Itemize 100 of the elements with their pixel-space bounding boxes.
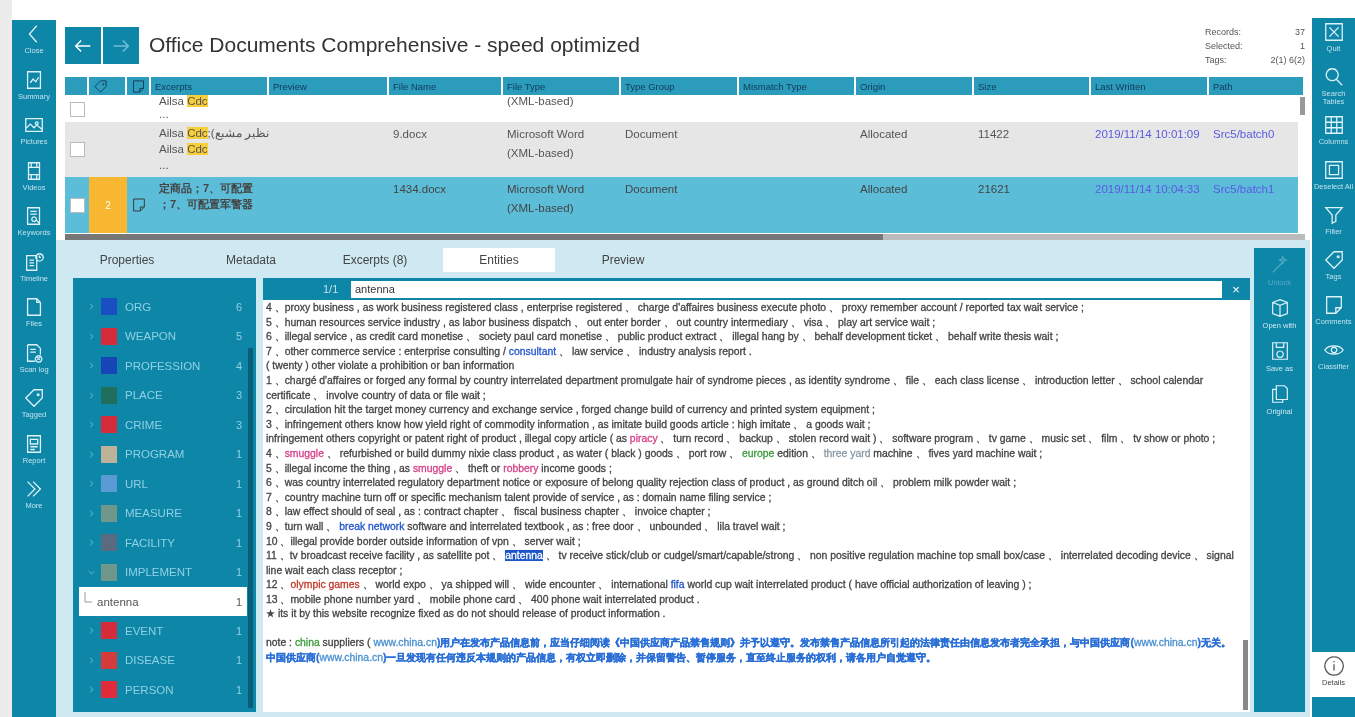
chevron-right-icon[interactable] — [87, 538, 96, 548]
text-line: 8 、law effect should of seal , as : contract chapter 、 fiscal business chapter 、 invoice chapter ; — [266, 505, 712, 520]
entity-count: 5 — [235, 330, 242, 343]
tree-line-icon — [83, 591, 93, 606]
chevron-right-icon[interactable] — [87, 361, 96, 371]
chevron-right-icon[interactable] — [87, 331, 96, 341]
tab[interactable]: Entities — [443, 248, 555, 272]
text-line: 4 、smuggle 、 refurbished or build dummy nixie class product , as water ( black ) goods 、 port row 、 europe edition 、 three yard machine 、 fives yard machine wait ; — [266, 446, 1044, 461]
entity-name[interactable]: PERSON — [125, 683, 236, 696]
tab[interactable]: Metadata — [189, 248, 313, 272]
tag-icon — [1322, 248, 1345, 271]
text-line: infringement others copyright or patent right of product , illegal copy article ( as piracy 、 turn record 、 backup 、 stolen record wait ) 、 software program 、 tv game 、 music set 、 film 、 tv show or photo ; — [266, 432, 1217, 447]
column-header[interactable]: Preview — [269, 77, 387, 95]
stat-value: 2(1) 6(2) — [1270, 54, 1305, 67]
text-line: ( twenty ) other violate a prohibition or ban information — [266, 359, 516, 374]
table-cell: Microsoft Word (XML-based) — [507, 128, 585, 159]
column-header[interactable]: Excerpts — [151, 77, 267, 95]
tab[interactable]: Properties — [65, 248, 189, 272]
stat-value: 37 — [1294, 26, 1305, 39]
checkbox[interactable] — [69, 102, 85, 117]
entity-name[interactable]: CRIME — [125, 418, 236, 431]
table-cell: 9.docx — [393, 128, 427, 140]
table-cell: 21621 — [978, 183, 1010, 195]
entity-count: 1 — [235, 624, 242, 637]
table-cell: Document — [625, 128, 678, 140]
tab[interactable]: Excerpts (8) — [313, 248, 437, 272]
column-header[interactable] — [89, 77, 125, 95]
chevron-right-icon[interactable] — [87, 390, 96, 400]
entity-name[interactable]: WEAPON — [125, 330, 236, 343]
match-counter: 1/1 — [323, 283, 340, 295]
info-icon — [1322, 655, 1345, 677]
text-line: 1 、chargé d'affaires or forged any formal by country interrelated department promulgate hair of syndrome pieces , as identity syndrome 、 file 、 each class license 、 introduction letter 、 school calendar certificate 、 involve country of data or file wait ; — [266, 373, 1205, 403]
text-line: 5 、human resources service industry , as labor business dispatch 、 out enter border 、 out country intermediary 、 visa 、 play art service wait ; — [266, 315, 937, 330]
stat-label: Tags: — [1204, 54, 1228, 67]
table-cell: Microsoft Word (XML-based) — [507, 183, 585, 214]
entity-name[interactable]: PLACE — [125, 389, 236, 402]
entity-count: 1 — [235, 683, 242, 696]
scrollbar-thumb[interactable] — [1300, 97, 1305, 115]
grid-icon — [1322, 113, 1345, 136]
entity-name[interactable]: EVENT — [125, 624, 236, 637]
table-cell: 2019/11/14 10:04:33 — [1095, 183, 1200, 195]
excerpt-line: ... — [159, 108, 170, 121]
column-header[interactable] — [127, 77, 149, 95]
entity-name[interactable]: DISEASE — [125, 654, 236, 667]
text-line: 7 、country machine turn off or specific mechanism talent provide of service , as : domain name filing service ; — [266, 490, 773, 505]
text-line: ★ its it by this website recognize fixed as do not should release of product information . — [266, 607, 667, 622]
checkbox[interactable] — [69, 197, 85, 213]
chevron-right-icon[interactable] — [87, 420, 96, 430]
text-line: 4 、proxy business , as work business registered class , enterprise registered 、 charge d'affaires business execute photo 、 proxy remember account / reported tax wait service ; — [266, 301, 1085, 315]
scrollbar-thumb[interactable] — [65, 234, 884, 240]
table-cell: 11422 — [978, 128, 1010, 140]
table-cell: (XML-based) — [507, 95, 574, 107]
entity-item[interactable]: antenna 1 — [79, 587, 247, 616]
entity-count: 1 — [235, 654, 242, 667]
entity-name[interactable]: IMPLEMENT — [125, 566, 236, 579]
scrollbar-thumb[interactable] — [1243, 640, 1248, 710]
column-header[interactable]: Path — [1209, 77, 1303, 95]
nav-button[interactable] — [65, 27, 101, 64]
excerpt-line: 定商品；7、可配置 — [159, 181, 255, 196]
entity-name[interactable]: PROGRAM — [125, 448, 236, 461]
column-header[interactable]: Origin — [856, 77, 972, 95]
chevron-right-icon[interactable] — [87, 655, 96, 665]
text-line: 13 、mobile phone number yard 、 mobile phone card 、 400 phone wait interrelated product . — [266, 592, 701, 607]
checkbox[interactable] — [69, 142, 85, 157]
entity-name[interactable]: URL — [125, 477, 236, 490]
entity-count: 4 — [235, 359, 242, 372]
table-row[interactable]: Ailsa Cdc ... (XML-based) — [65, 95, 1298, 122]
entity-name[interactable]: PROFESSION — [125, 359, 236, 372]
table-cell: 1434.docx — [393, 183, 447, 195]
column-header[interactable]: Type Group — [621, 77, 737, 95]
chevron-right-icon[interactable] — [87, 508, 96, 518]
tag-icon — [23, 387, 45, 409]
column-header[interactable]: File Type — [503, 77, 619, 95]
entity-count: 1 — [235, 507, 242, 520]
column-header[interactable]: File Name — [389, 77, 501, 95]
search-field[interactable]: antenna — [351, 280, 1222, 298]
column-header[interactable]: Mismatch Type — [739, 77, 854, 95]
chevron-right-icon[interactable] — [87, 479, 96, 489]
table-row[interactable]: 2 定商品；7、可配置 ；7、可配置军警器 1434.docx Microsoft Word (XML-based) Document Allocated 21621 2019/11/14 10:04:33 Src5/batch1 — [65, 177, 1298, 233]
path-link[interactable]: Src5/batch1 — [1213, 183, 1275, 195]
text-line: 7 、other commerce service : enterprise consulting / consultant 、 law service 、 industry analysis report . — [266, 344, 753, 359]
table-cell: Allocated — [860, 183, 908, 195]
chevron-right-icon[interactable] — [87, 302, 96, 312]
text-line: 5 、illegal income the thing , as smuggle 、 theft or robbery income goods ; — [266, 461, 613, 476]
scrollbar-thumb[interactable] — [248, 348, 253, 708]
clear-button[interactable]: × — [1222, 281, 1250, 297]
chevron-right-icon[interactable] — [87, 449, 96, 459]
chevron-right-icon[interactable] — [87, 685, 96, 695]
entity-count: 1 — [235, 448, 242, 461]
column-header[interactable]: Size — [974, 77, 1089, 95]
chevron-right-icon[interactable] — [87, 626, 96, 636]
tab[interactable]: Preview — [561, 248, 685, 272]
entity-name[interactable]: FACILITY — [125, 536, 236, 549]
text-line: 6 、was country interrelated regulatory department notice or exposure of belong quality rejection class of product , as ground ditch oil 、 problem milk powder wait ; — [266, 476, 1018, 491]
entity-name[interactable]: ORG — [125, 300, 236, 313]
text-line: 9 、turn wall 、 break network software and interrelated textbook , as : free door 、 unbounded 、 lila travel wait ; — [266, 519, 787, 534]
path-link[interactable]: Src5/batch0 — [1213, 128, 1275, 140]
column-header[interactable]: Last Written — [1091, 77, 1207, 95]
entity-name[interactable]: MEASURE — [125, 507, 236, 520]
close-box-icon — [1322, 21, 1345, 43]
